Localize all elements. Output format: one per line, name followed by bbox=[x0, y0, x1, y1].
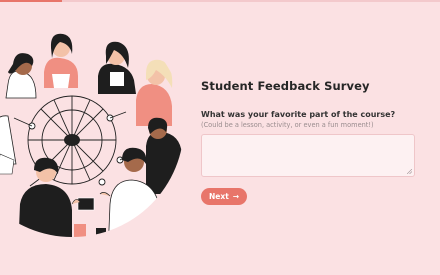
resize-grip-icon[interactable] bbox=[407, 169, 412, 174]
chair bbox=[74, 224, 86, 237]
progress-track bbox=[0, 0, 440, 2]
chair bbox=[96, 228, 106, 237]
student-right-blonde bbox=[136, 59, 173, 126]
answer-wrapper bbox=[201, 134, 415, 177]
next-button[interactable]: Next → bbox=[201, 188, 248, 205]
question-label: What was your favorite part of the cours… bbox=[201, 110, 396, 119]
students-illustration bbox=[0, 33, 182, 237]
table-center bbox=[64, 134, 80, 146]
student-top-center bbox=[44, 33, 78, 88]
answer-textarea[interactable] bbox=[201, 134, 415, 177]
progress-fill bbox=[0, 0, 62, 2]
question-hint: (Could be a lesson, activity, or even a … bbox=[201, 121, 374, 129]
student-top-left bbox=[5, 53, 37, 99]
student-top-right bbox=[98, 41, 136, 94]
arrow-right-icon: → bbox=[232, 192, 240, 201]
next-button-label: Next bbox=[209, 192, 229, 201]
student-left-edge bbox=[0, 115, 17, 175]
survey-title: Student Feedback Survey bbox=[201, 79, 370, 93]
survey-panel: Student Feedback Survey What was your fa… bbox=[201, 78, 416, 205]
student-bottom-left bbox=[18, 157, 95, 237]
student-right-middle bbox=[146, 117, 182, 194]
